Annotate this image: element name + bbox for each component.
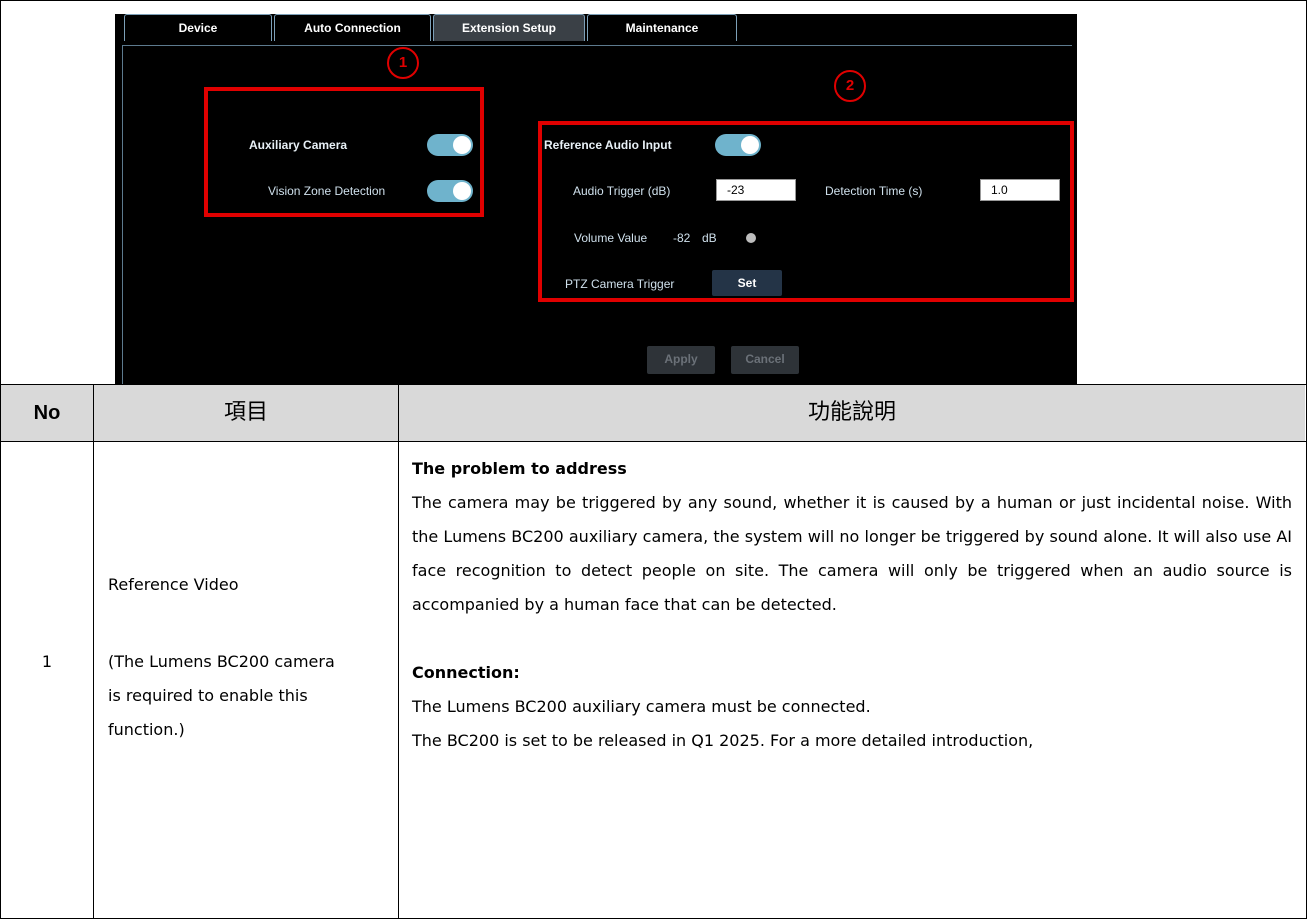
vision-zone-label: Vision Zone Detection (268, 184, 386, 198)
volume-unit: dB (702, 231, 717, 245)
divider (0, 441, 1307, 442)
panel-left-border (122, 45, 123, 384)
toggle-knob (741, 136, 759, 154)
item-note: (The Lumens BC200 camera is required to … (108, 652, 335, 739)
problem-heading: The problem to address (412, 459, 627, 478)
apply-button[interactable]: Apply (647, 346, 715, 374)
audio-trigger-input[interactable]: -23 (716, 179, 796, 201)
column-divider (398, 385, 399, 919)
row-number: 1 (41, 652, 53, 671)
detection-time-input[interactable]: 1.0 (980, 179, 1060, 201)
problem-text: The camera may be triggered by any sound… (412, 493, 1292, 614)
volume-indicator-icon (746, 233, 756, 243)
auxiliary-camera-label: Auxiliary Camera (249, 138, 348, 152)
tab-underline (122, 45, 1072, 46)
item-title: Reference Video (108, 575, 239, 594)
column-divider (93, 385, 94, 919)
connection-line-2: The BC200 is set to be released in Q1 20… (412, 731, 1034, 750)
connection-heading: Connection: (412, 663, 520, 682)
tab-device[interactable]: Device (124, 14, 272, 41)
set-button[interactable]: Set (712, 270, 782, 296)
header-item: 項目 (223, 400, 268, 425)
description-cell: The problem to address The camera may be… (412, 452, 1292, 758)
vision-zone-toggle[interactable] (427, 180, 473, 202)
tab-extension-setup[interactable]: Extension Setup (433, 14, 585, 41)
marker-2: 2 (834, 70, 866, 102)
audio-trigger-label: Audio Trigger (dB) (573, 184, 671, 198)
cancel-button[interactable]: Cancel (731, 346, 799, 374)
toggle-knob (453, 136, 471, 154)
header-no: No (33, 402, 61, 424)
reference-audio-label: Reference Audio Input (544, 138, 672, 152)
toggle-knob (453, 182, 471, 200)
tab-maintenance[interactable]: Maintenance (587, 14, 737, 41)
detection-time-label: Detection Time (s) (825, 184, 923, 198)
volume-value: -82 (673, 231, 691, 245)
header-description: 功能說明 (807, 400, 896, 425)
auxiliary-camera-toggle[interactable] (427, 134, 473, 156)
settings-screenshot: Device Auto Connection Extension Setup M… (115, 14, 1077, 384)
tab-auto-connection[interactable]: Auto Connection (274, 14, 431, 41)
marker-1: 1 (387, 47, 419, 79)
ptz-camera-trigger-label: PTZ Camera Trigger (565, 277, 675, 291)
volume-value-label: Volume Value (574, 231, 648, 245)
connection-line-1: The Lumens BC200 auxiliary camera must b… (412, 697, 871, 716)
reference-audio-toggle[interactable] (715, 134, 761, 156)
